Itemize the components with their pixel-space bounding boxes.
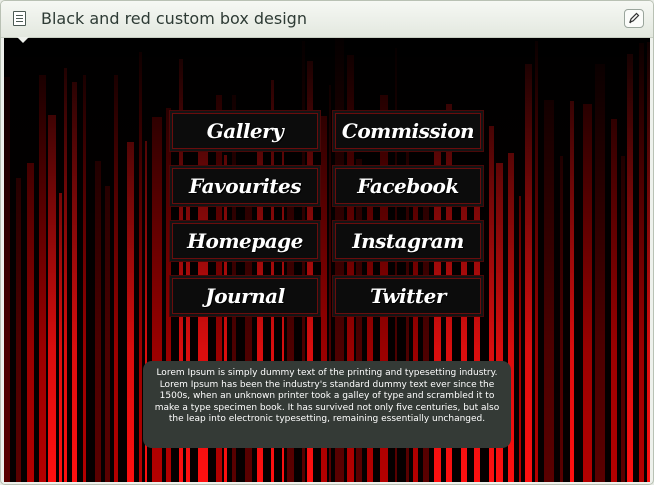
nav-label: Homepage <box>187 229 303 253</box>
nav-label: Gallery <box>206 119 284 143</box>
nav-label: Favourites <box>189 174 301 198</box>
pencil-icon <box>629 12 640 24</box>
widget-header: Black and red custom box design <box>1 1 653 38</box>
widget-title: Black and red custom box design <box>41 9 307 28</box>
nav-button-facebook[interactable]: Facebook <box>335 168 481 204</box>
nav-button-homepage[interactable]: Homepage <box>172 223 318 259</box>
nav-button-favourites[interactable]: Favourites <box>172 168 318 204</box>
nav-button-instagram[interactable]: Instagram <box>335 223 481 259</box>
nav-label: Facebook <box>357 174 459 198</box>
info-text-box: Lorem Ipsum is simply dummy text of the … <box>143 361 511 448</box>
widget-window: Black and red custom box design Gallery … <box>0 0 654 485</box>
nav-button-journal[interactable]: Journal <box>172 278 318 314</box>
nav-label: Instagram <box>352 229 464 253</box>
nav-label: Commission <box>341 119 475 143</box>
document-icon <box>13 11 26 26</box>
edit-button[interactable] <box>624 9 644 28</box>
nav-button-gallery[interactable]: Gallery <box>172 113 318 149</box>
nav-label: Twitter <box>370 284 446 308</box>
nav-button-commission[interactable]: Commission <box>335 113 481 149</box>
nav-button-twitter[interactable]: Twitter <box>335 278 481 314</box>
custom-box: Gallery Commission Favourites Facebook H… <box>4 38 650 482</box>
header-pointer <box>17 37 29 43</box>
nav-label: Journal <box>205 284 285 308</box>
